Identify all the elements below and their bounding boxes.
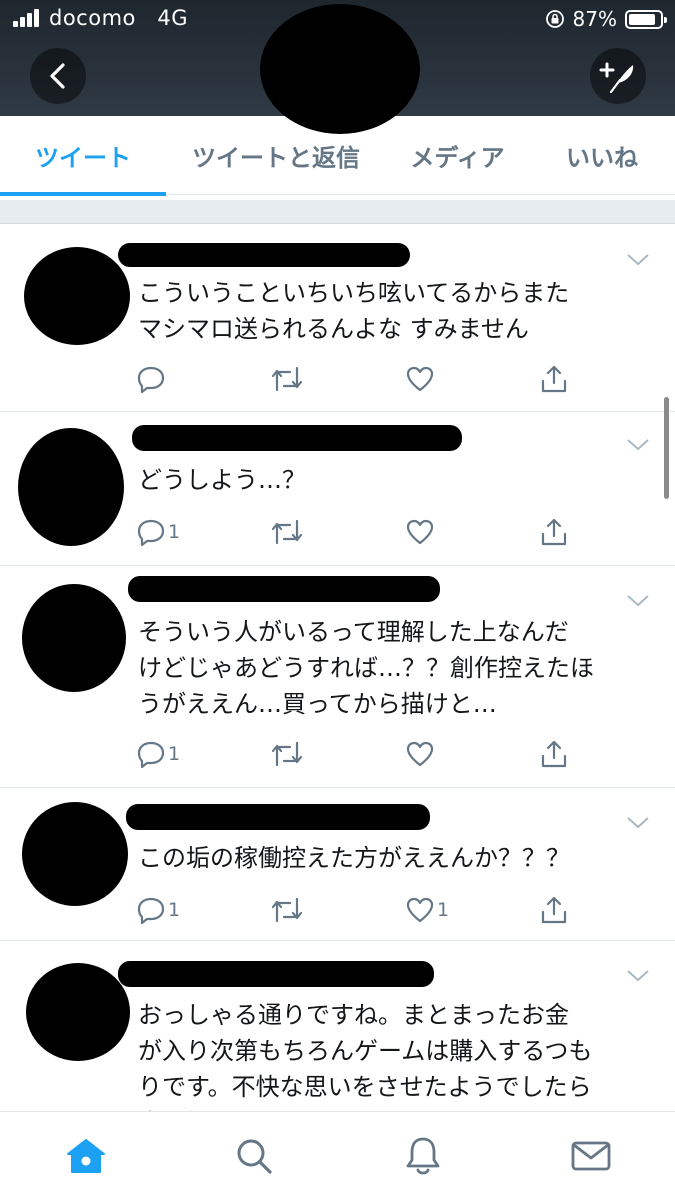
battery-icon <box>625 9 667 29</box>
reply-count: 1 <box>168 743 181 765</box>
like-count: 1 <box>437 899 450 921</box>
username-redacted <box>126 804 430 830</box>
retweet-icon <box>271 741 303 767</box>
network-type: 4G <box>157 6 189 30</box>
share-icon <box>541 740 567 768</box>
reply-button[interactable]: 1 <box>136 516 180 548</box>
reply-icon <box>137 366 165 394</box>
tab-likes[interactable]: いいね <box>529 116 675 195</box>
scrollbar[interactable] <box>664 397 669 499</box>
retweet-button[interactable] <box>270 738 304 770</box>
tweet-actions: 1 <box>136 738 576 770</box>
tweet-item[interactable]: どうしよう…？ 1 <box>0 412 675 566</box>
retweet-icon <box>271 897 303 923</box>
nav-messages[interactable] <box>567 1132 615 1180</box>
retweet-button[interactable] <box>270 363 304 395</box>
compose-tweet-button[interactable] <box>590 48 646 104</box>
user-avatar-redacted <box>24 247 130 345</box>
share-icon <box>541 896 567 924</box>
reply-count: 1 <box>168 899 181 921</box>
heart-icon <box>406 741 434 767</box>
share-icon <box>541 365 567 393</box>
chevron-down-icon[interactable] <box>626 969 650 983</box>
tweet-actions: 1 1 <box>136 894 576 926</box>
carrier-label: docomo 4G <box>49 6 189 30</box>
chevron-down-icon[interactable] <box>626 253 650 267</box>
user-avatar-redacted <box>22 802 128 906</box>
reply-count: 1 <box>168 521 181 543</box>
tweet-actions <box>136 363 576 395</box>
share-button[interactable] <box>539 894 569 926</box>
retweet-icon <box>271 366 303 392</box>
battery-percent: 87% <box>572 7 617 31</box>
user-avatar-redacted <box>26 963 130 1061</box>
retweet-icon <box>271 519 303 545</box>
reply-button[interactable]: 1 <box>136 894 180 926</box>
tweet-timeline[interactable]: こういうこといちいち呟いてるからまた マシマロ送られるんよな すみません どうし… <box>0 225 675 1111</box>
share-button[interactable] <box>539 363 569 395</box>
heart-icon <box>406 897 434 923</box>
share-icon <box>541 518 567 546</box>
user-avatar-redacted <box>22 584 126 692</box>
tweet-text: この垢の稼働控えた方がええんか？？？ <box>138 844 570 872</box>
reply-icon <box>137 519 165 547</box>
like-button[interactable] <box>405 516 437 548</box>
search-icon <box>237 1139 272 1174</box>
username-redacted <box>128 576 440 602</box>
chevron-down-icon[interactable] <box>626 594 650 608</box>
like-button[interactable] <box>405 738 437 770</box>
notifications-bell-icon <box>406 1137 440 1175</box>
compose-feather-icon <box>599 62 634 94</box>
tweet-text: そういう人がいるって理解した上なんだ けどじゃあどうすれば…？？創作控えたほ う… <box>138 618 594 718</box>
like-button[interactable]: 1 <box>405 894 449 926</box>
tweet-item[interactable]: この垢の稼働控えた方がええんか？？？ 1 1 <box>0 788 675 941</box>
tweet-text: どうしよう…？ <box>138 466 306 494</box>
like-button[interactable] <box>405 363 437 395</box>
chevron-down-icon[interactable] <box>626 438 650 452</box>
reply-icon <box>137 897 165 925</box>
tweet-actions: 1 <box>136 516 576 548</box>
retweet-button[interactable] <box>270 894 304 926</box>
tab-tweets[interactable]: ツイート <box>0 116 166 196</box>
reply-button[interactable] <box>136 363 168 395</box>
profile-avatar-redacted <box>260 4 420 134</box>
tweet-text: こういうこといちいち呟いてるからまた マシマロ送られるんよな すみません <box>138 279 570 343</box>
tweet-item[interactable]: おっしゃる通りですね。まとまったお金 が入り次第もちろんゲームは購入するつも り… <box>0 941 675 1111</box>
reply-button[interactable]: 1 <box>136 738 180 770</box>
tab-media[interactable]: メディア <box>386 116 529 195</box>
rotation-lock-icon <box>545 10 564 28</box>
tweet-text: おっしゃる通りですね。まとまったお金 が入り次第もちろんゲームは購入するつも り… <box>138 1001 593 1111</box>
chevron-down-icon[interactable] <box>626 816 650 830</box>
nav-notifications[interactable] <box>399 1132 447 1180</box>
tweet-item[interactable]: こういうこといちいち呟いてるからまた マシマロ送られるんよな すみません <box>0 225 675 412</box>
bottom-navigation <box>0 1111 675 1200</box>
tweet-item[interactable]: そういう人がいるって理解した上なんだ けどじゃあどうすれば…？？創作控えたほ う… <box>0 566 675 788</box>
heart-icon <box>406 519 434 545</box>
messages-envelope-icon <box>571 1141 611 1171</box>
home-icon <box>67 1139 105 1173</box>
heart-icon <box>406 366 434 392</box>
reply-icon <box>137 741 165 769</box>
nav-search[interactable] <box>230 1132 278 1180</box>
battery-level-fill <box>629 13 655 25</box>
chevron-left-icon <box>50 63 65 89</box>
user-avatar-redacted <box>18 428 124 546</box>
nav-home[interactable] <box>62 1132 110 1180</box>
back-button[interactable] <box>30 48 86 104</box>
username-redacted <box>118 243 410 267</box>
retweet-button[interactable] <box>270 516 304 548</box>
share-button[interactable] <box>539 516 569 548</box>
signal-strength-icon <box>13 9 41 27</box>
share-button[interactable] <box>539 738 569 770</box>
timeline-divider <box>0 200 675 224</box>
username-redacted <box>118 961 434 987</box>
username-redacted <box>132 425 462 451</box>
